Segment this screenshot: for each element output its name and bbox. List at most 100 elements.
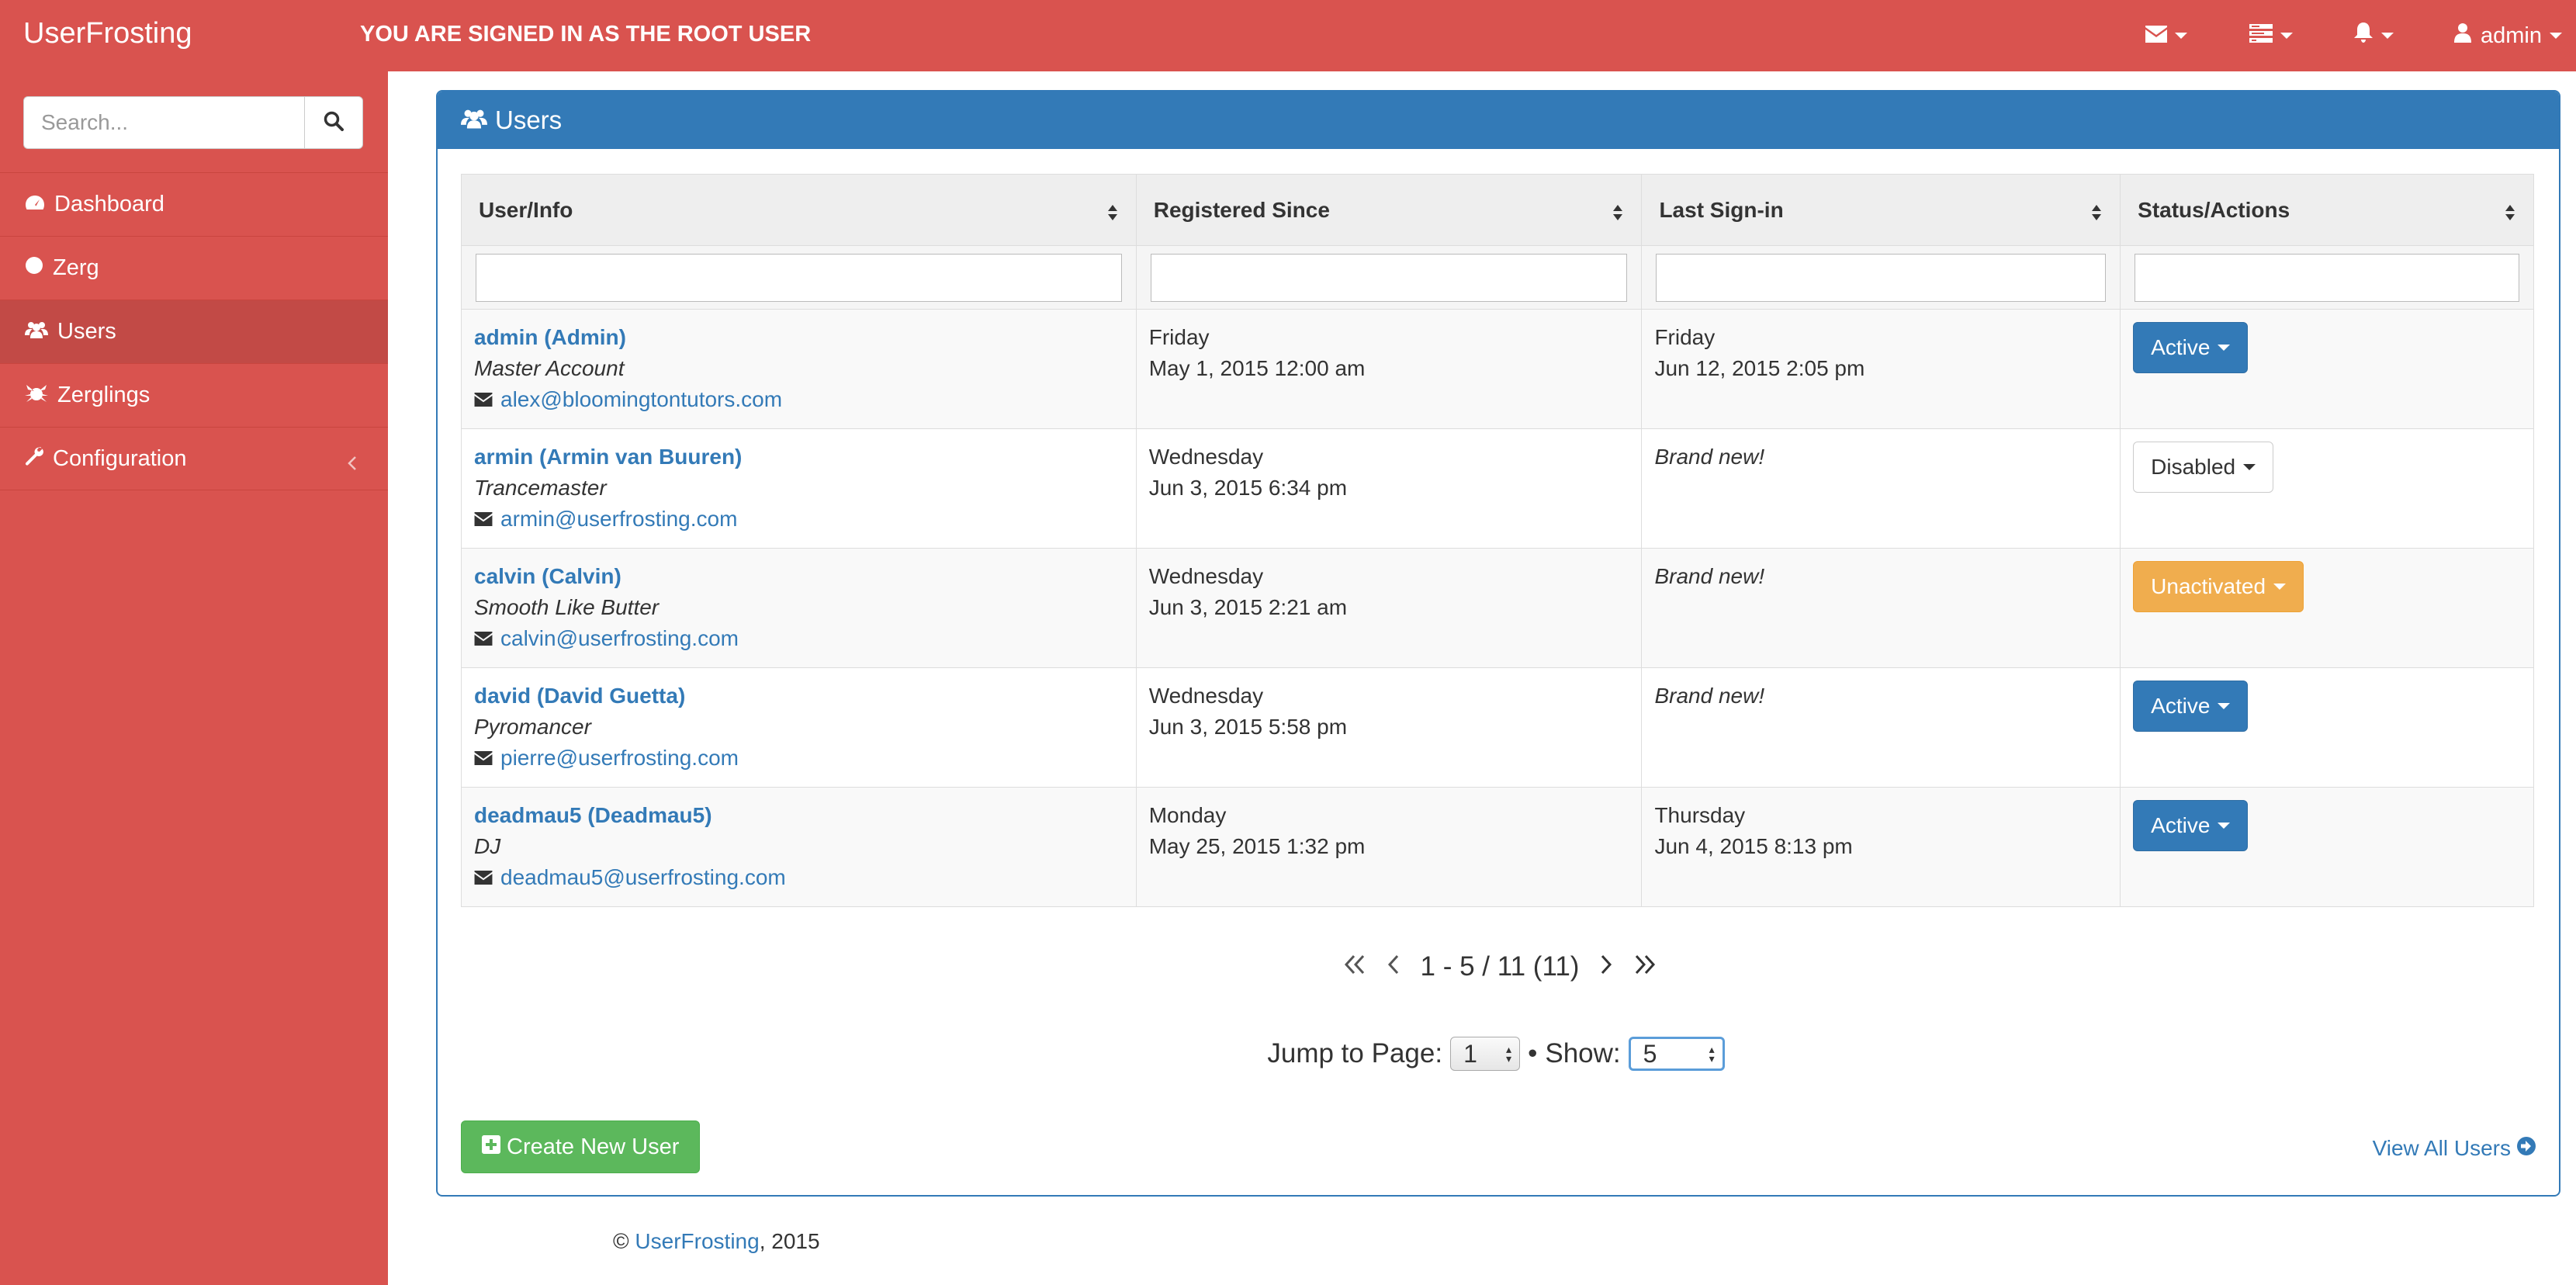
filter-last-sign-in[interactable] [1656,253,2107,302]
brand-new-label: Brand new! [1654,564,1765,588]
caret-down-icon [2243,464,2256,470]
notifications-dropdown[interactable] [2353,0,2394,71]
user-name-link[interactable]: admin (Admin) [474,322,1124,353]
pager: 1 - 5 / 11 (11) [438,951,2562,982]
sidebar-menu: Dashboard Zerg Users Zerglings Configura… [0,172,388,490]
users-panel: Users User/Info Registered Since Last Si… [436,90,2560,1197]
jump-page-select[interactable]: 1 ▴ ▾ [1450,1037,1521,1071]
registered-day: Friday [1148,325,1210,349]
user-email-link[interactable]: calvin@userfrosting.com [500,623,739,654]
column-header-status[interactable]: Status/Actions [2120,174,2534,246]
column-header-user-info[interactable]: User/Info [461,174,1137,246]
status-cell: Unactivated [2120,548,2534,668]
brand-new-label: Brand new! [1654,445,1765,469]
bug-icon [25,383,57,408]
navbar-right: admin [2145,0,2576,71]
next-page-icon[interactable] [1599,951,1613,982]
separator: • [1528,1038,1538,1069]
chevron-left-icon [348,451,366,476]
footer: © UserFrosting, 2015 [613,1229,820,1253]
user-email-link[interactable]: deadmau5@userfrosting.com [500,862,786,893]
view-all-users-link[interactable]: View All Users [2373,1124,2536,1173]
wrench-icon [25,446,53,472]
user-menu-dropdown[interactable]: admin [2454,0,2562,71]
sidebar-item-users[interactable]: Users [0,300,388,363]
sidebar-item-label: Configuration [53,445,187,471]
sidebar: Dashboard Zerg Users Zerglings Configura… [0,71,388,1285]
user-name-link[interactable]: calvin (Calvin) [474,561,1124,592]
last-sign-in-day: Thursday [1654,803,1746,827]
status-dropdown-button[interactable]: Disabled [2133,442,2274,493]
user-title: Smooth Like Butter [474,595,660,619]
table-row: armin (Armin van Buuren) Trancemaster armi… [461,428,2534,549]
sidebar-item-dashboard[interactable]: Dashboard [0,172,388,236]
last-sign-in-cell: Brand new! [1641,428,2121,549]
table-row: david (David Guetta) Pyromancer pierre@use… [461,667,2534,788]
user-email-link[interactable]: pierre@userfrosting.com [500,743,739,774]
caret-down-icon [2218,345,2231,351]
prev-page-icon[interactable] [1387,951,1401,982]
search-input[interactable] [23,96,304,149]
registered-cell: Wednesday Jun 3, 2015 2:21 am [1135,548,1643,668]
column-header-registered[interactable]: Registered Since [1135,174,1643,246]
last-sign-in-cell: Thursday Jun 4, 2015 8:13 pm [1641,787,2121,907]
last-sign-in-date: Jun 12, 2015 2:05 pm [1654,356,1865,380]
user-email-link[interactable]: armin@userfrosting.com [500,504,737,535]
tasks-icon [2249,23,2273,49]
status-dropdown-button[interactable]: Active [2133,800,2249,851]
filter-registered[interactable] [1150,253,1628,302]
registered-cell: Monday May 25, 2015 1:32 pm [1135,787,1643,907]
sort-icon [1107,201,1117,226]
arrow-circle-right-icon [2511,1136,2536,1161]
envelope-icon [474,623,500,654]
users-icon [25,319,57,345]
user-info-cell: calvin (Calvin) Smooth Like Butter calvin@… [461,548,1137,668]
filter-user-info[interactable] [476,253,1122,302]
envelope-icon [2145,23,2167,49]
top-navbar: UserFrosting YOU ARE SIGNED IN AS THE RO… [0,0,2576,71]
page-range: 1 - 5 / 11 (11) [1420,951,1580,982]
envelope-icon [474,862,500,893]
last-sign-in-day: Friday [1654,325,1716,349]
cog-icon [25,255,53,281]
sidebar-item-label: Users [57,319,116,344]
sidebar-item-zerg[interactable]: Zerg [0,236,388,300]
status-cell: Active [2120,309,2534,429]
user-info-cell: armin (Armin van Buuren) Trancemaster armi… [461,428,1137,549]
filter-status[interactable] [2135,253,2519,302]
brand-logo[interactable]: UserFrosting [23,17,192,50]
user-email-link[interactable]: alex@bloomingtontutors.com [500,384,782,415]
messages-dropdown[interactable] [2145,0,2187,71]
user-title: Pyromancer [474,715,591,739]
registered-date: May 1, 2015 12:00 am [1148,356,1366,380]
last-sign-in-date: Jun 4, 2015 8:13 pm [1654,834,1853,858]
tasks-dropdown[interactable] [2249,0,2293,71]
last-sign-in-cell: Brand new! [1641,548,2121,668]
registered-day: Wednesday [1148,445,1264,469]
column-header-last-sign-in[interactable]: Last Sign-in [1641,174,2121,246]
sort-icon [2505,201,2515,226]
user-name-link[interactable]: armin (Armin van Buuren) [474,442,1124,473]
user-info-cell: admin (Admin) Master Account alex@blooming… [461,309,1137,429]
user-title: DJ [474,834,501,858]
user-name-link[interactable]: david (David Guetta) [474,681,1124,712]
status-dropdown-button[interactable]: Active [2133,681,2249,732]
page-size-select[interactable]: 5 ▴ ▾ [1628,1037,1725,1071]
search-button[interactable] [304,96,363,149]
jump-label: Jump to Page: [1267,1038,1443,1069]
first-page-icon[interactable] [1343,951,1366,982]
footer-link[interactable]: UserFrosting [635,1229,759,1253]
plus-square-icon [482,1134,507,1160]
status-dropdown-button[interactable]: Active [2133,322,2249,373]
create-user-button[interactable]: Create New User [461,1120,701,1173]
sidebar-item-zerglings[interactable]: Zerglings [0,363,388,427]
registered-cell: Wednesday Jun 3, 2015 6:34 pm [1135,428,1643,549]
status-dropdown-button[interactable]: Unactivated [2133,561,2304,612]
envelope-icon [474,743,500,774]
user-name-link[interactable]: deadmau5 (Deadmau5) [474,800,1124,831]
panel-heading: Users [438,92,2559,149]
registered-date: May 25, 2015 1:32 pm [1148,834,1366,858]
sidebar-item-configuration[interactable]: Configuration [0,427,388,490]
registered-cell: Wednesday Jun 3, 2015 5:58 pm [1135,667,1643,788]
last-page-icon[interactable] [1633,951,1657,982]
